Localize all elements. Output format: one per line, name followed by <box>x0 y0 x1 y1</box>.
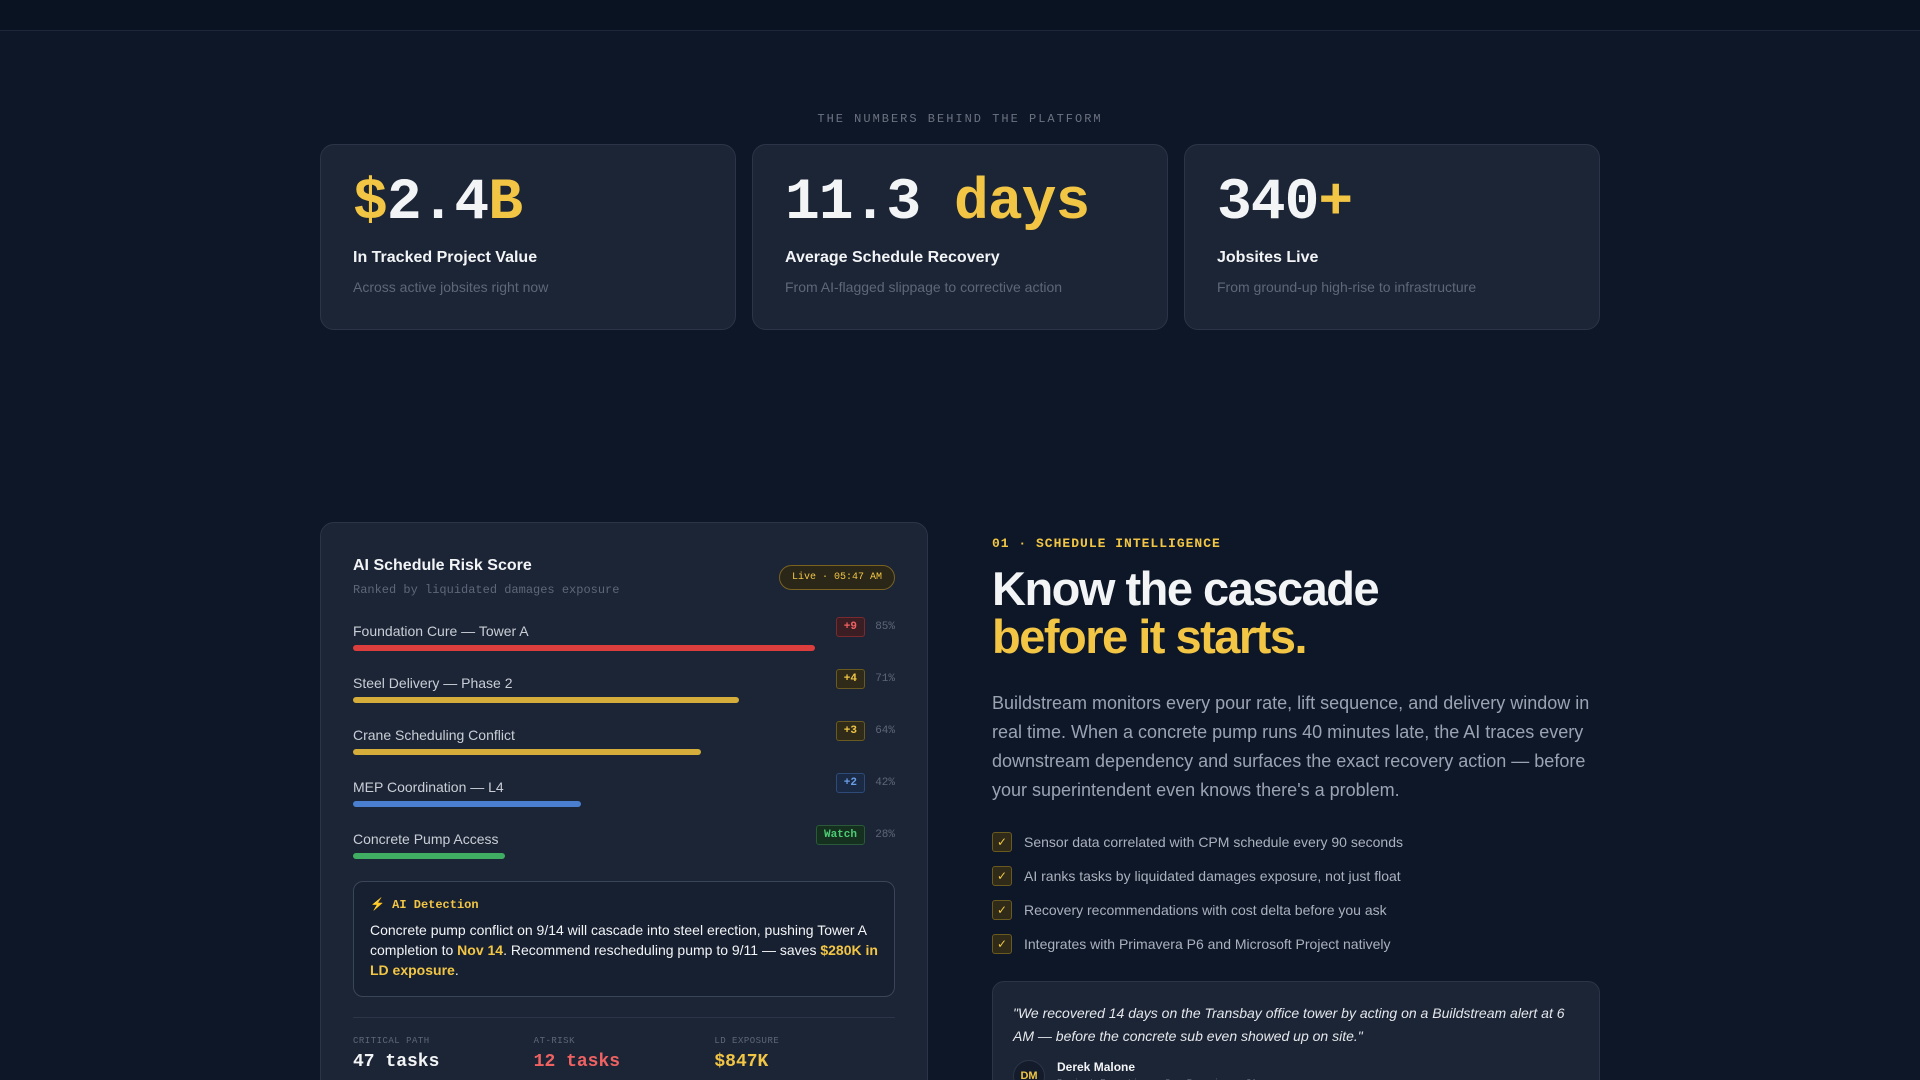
metric-at-risk: AT-RISK 12 tasks <box>533 1036 621 1072</box>
risk-delta-badge: +4 <box>835 669 865 689</box>
ai-detection-callout: ⚡ AI Detection Concrete pump conflict on… <box>353 881 895 997</box>
stat-subtext: From ground-up high-rise to infrastructu… <box>1217 279 1477 295</box>
stats-eyebrow: THE NUMBERS BEHIND THE PLATFORM <box>817 112 1103 126</box>
check-icon: ✓ <box>992 832 1012 852</box>
stat-card-schedule-recovery: 11.3 days Average Schedule Recovery From… <box>752 144 1168 330</box>
risk-panel-title: AI Schedule Risk Score <box>353 557 532 574</box>
risk-item-name: Foundation Cure — Tower A <box>353 623 529 639</box>
stat-label: Average Schedule Recovery <box>785 249 1000 266</box>
risk-item-name: Concrete Pump Access <box>353 831 499 847</box>
feature-section: 01 · SCHEDULE INTELLIGENCE Know the casc… <box>992 536 1600 1080</box>
risk-delta-badge: +2 <box>835 773 865 793</box>
divider <box>353 1017 895 1018</box>
feature-eyebrow: 01 · SCHEDULE INTELLIGENCE <box>992 536 1221 551</box>
risk-percent: 28% <box>875 829 895 841</box>
stat-number: 340+ <box>1217 171 1353 236</box>
risk-list: Foundation Cure — Tower A +9 85% Steel Deli… <box>353 617 895 877</box>
stat-subtext: From AI-flagged slippage to corrective a… <box>785 279 1063 295</box>
check-icon: ✓ <box>992 900 1012 920</box>
stat-label: Jobsites Live <box>1217 249 1319 266</box>
checklist-item: ✓ Sensor data correlated with CPM schedul… <box>992 825 1600 859</box>
checklist-item: ✓ Recovery recommendations with cost delt… <box>992 893 1600 927</box>
risk-item-name: Steel Delivery — Phase 2 <box>353 675 513 691</box>
feature-checklist: ✓ Sensor data correlated with CPM schedul… <box>992 825 1600 961</box>
check-icon: ✓ <box>992 866 1012 886</box>
risk-row: Concrete Pump Access Watch 28% <box>353 825 895 877</box>
checklist-item: ✓ AI ranks tasks by liquidated damages ex… <box>992 859 1600 893</box>
ai-detection-text: Concrete pump conflict on 9/14 will casc… <box>370 922 878 978</box>
stat-subtext: Across active jobsites right now <box>353 279 549 295</box>
risk-item-name: MEP Coordination — L4 <box>353 779 504 795</box>
stat-number: 11.3 days <box>785 171 1090 236</box>
risk-bar <box>353 801 581 807</box>
testimonial-quote: "We recovered 14 days on the Transbay of… <box>1013 1005 1565 1044</box>
check-icon: ✓ <box>992 934 1012 954</box>
author-name: Derek Malone <box>1057 1060 1136 1074</box>
stat-label: In Tracked Project Value <box>353 249 538 266</box>
risk-row: Foundation Cure — Tower A +9 85% <box>353 617 895 669</box>
risk-panel-subtitle: Ranked by liquidated damages exposure <box>353 583 620 597</box>
risk-percent: 85% <box>875 621 895 633</box>
risk-bar <box>353 749 701 755</box>
risk-row: Steel Delivery — Phase 2 +4 71% <box>353 669 895 721</box>
checklist-item: ✓ Integrates with Primavera P6 and Micros… <box>992 927 1600 961</box>
ai-detection-label: ⚡ AI Detection <box>370 898 479 912</box>
risk-bar <box>353 697 739 703</box>
risk-percent: 64% <box>875 725 895 737</box>
risk-bar <box>353 645 815 651</box>
risk-percent: 42% <box>875 777 895 789</box>
top-nav-bar <box>0 0 1920 31</box>
risk-delta-badge: +3 <box>835 721 865 741</box>
feature-body: Buildstream monitors every pour rate, li… <box>992 693 1590 800</box>
risk-delta-badge: +9 <box>835 617 865 637</box>
avatar: DM <box>1013 1060 1045 1080</box>
testimonial-author: DM Derek Malone Project Executive · San … <box>1013 1060 1579 1080</box>
live-status-badge: Live · 05:47 AM <box>778 565 895 590</box>
risk-bar <box>353 853 505 859</box>
stat-number: $2.4B <box>353 171 523 236</box>
metric-critical-path: CRITICAL PATH 47 tasks <box>353 1036 440 1072</box>
feature-heading: Know the cascade before it starts. <box>992 562 1380 663</box>
testimonial-card: "We recovered 14 days on the Transbay of… <box>992 981 1600 1080</box>
stat-card-jobsites-live: 340+ Jobsites Live From ground-up high-r… <box>1184 144 1600 330</box>
stats-row: $2.4B In Tracked Project Value Across ac… <box>320 144 1600 330</box>
metric-ld-exposure: LD EXPOSURE $847K <box>714 1036 780 1072</box>
risk-metrics: CRITICAL PATH 47 tasks AT-RISK 12 tasks … <box>353 1036 895 1072</box>
risk-delta-badge: Watch <box>815 825 865 845</box>
risk-score-panel: AI Schedule Risk Score Ranked by liquida… <box>320 522 928 1080</box>
risk-item-name: Crane Scheduling Conflict <box>353 727 515 743</box>
risk-percent: 71% <box>875 673 895 685</box>
stat-card-project-value: $2.4B In Tracked Project Value Across ac… <box>320 144 736 330</box>
risk-row: MEP Coordination — L4 +2 42% <box>353 773 895 825</box>
risk-row: Crane Scheduling Conflict +3 64% <box>353 721 895 773</box>
